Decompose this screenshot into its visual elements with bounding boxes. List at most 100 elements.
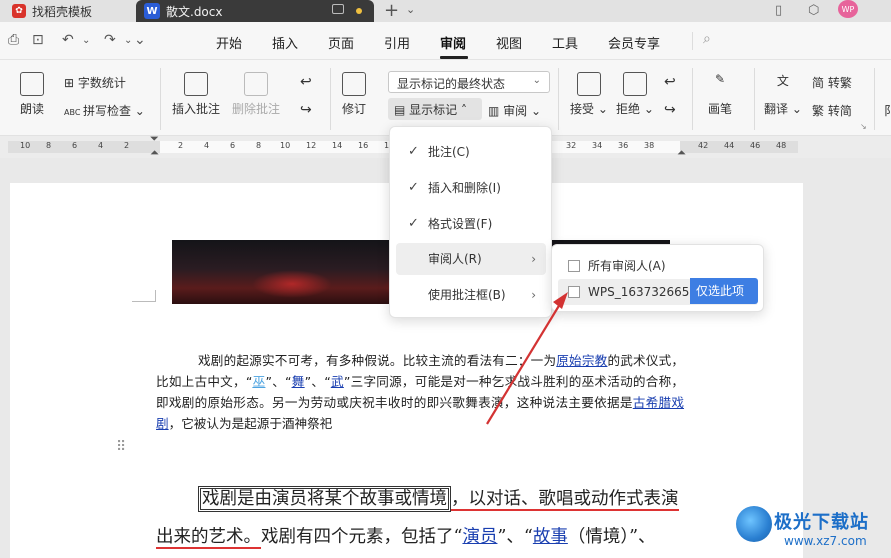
submenu-all-reviewers[interactable]: 所有审阅人(A) bbox=[558, 253, 758, 279]
menu-tools[interactable]: 工具 bbox=[552, 33, 578, 52]
link-wu-dance[interactable]: 舞 bbox=[292, 374, 305, 389]
menu-insert[interactable]: 插入 bbox=[272, 33, 298, 52]
accept-button[interactable]: 接受 ⌄ bbox=[570, 72, 608, 117]
menu-view[interactable]: 视图 bbox=[496, 33, 522, 52]
review-pane-button[interactable]: ▥ 审阅 ⌄ bbox=[488, 102, 541, 119]
right-indent-icon[interactable]: ⏶ bbox=[677, 146, 686, 160]
menu-item-label: 使用批注框(B) bbox=[428, 288, 506, 302]
markup-status-select[interactable]: 显示标记的最终状态 ⌄ bbox=[388, 71, 550, 93]
spell-check-button[interactable]: ABC 拼写检查 ⌄ bbox=[64, 102, 145, 119]
next-change-icon[interactable]: ↪ bbox=[664, 102, 676, 118]
insert-comment-button[interactable]: 插入批注 bbox=[172, 72, 220, 117]
ruler-tick: 8 bbox=[46, 141, 52, 150]
read-aloud-button[interactable]: 朗读 bbox=[20, 72, 44, 117]
search-icon[interactable]: ⌕ bbox=[703, 31, 711, 47]
link-story[interactable]: 故事 bbox=[533, 527, 568, 547]
new-tab-icon[interactable]: + bbox=[384, 0, 399, 21]
more-chevron-icon[interactable]: ⌄ bbox=[134, 32, 146, 48]
print-preview-icon[interactable]: ⊡ bbox=[32, 32, 44, 48]
cube-icon[interactable]: ⬡ bbox=[808, 3, 819, 18]
commented-text[interactable]: 戏剧是由演员将某个故事或情境 bbox=[198, 486, 451, 512]
word-count-button[interactable]: ⊞ 字数统计 bbox=[64, 74, 126, 91]
translate-button[interactable]: 文 翻译 ⌄ bbox=[764, 72, 802, 117]
ribbon-separator bbox=[558, 68, 559, 130]
link-primitive-religion[interactable]: 原始宗教 bbox=[556, 353, 607, 368]
ribbon-expand-icon[interactable]: ↘ bbox=[860, 122, 867, 131]
menu-item-formatting[interactable]: ✓ 格式设置(F) bbox=[396, 208, 546, 240]
tab-template[interactable]: ✿ 找稻壳模板 bbox=[6, 0, 132, 22]
checkbox[interactable] bbox=[568, 260, 580, 272]
ribbon-toolbar: 朗读 ⊞ 字数统计 ABC 拼写检查 ⌄ 插入批注 删除批注 ↩ ↪ 修订 显示… bbox=[0, 60, 891, 136]
check-icon: ✓ bbox=[408, 144, 419, 159]
redo-icon[interactable]: ↷ bbox=[104, 32, 116, 48]
tab-document-label: 散文.docx bbox=[166, 4, 223, 19]
show-markup-button[interactable]: ▤ 显示标记 ˄ bbox=[388, 98, 482, 120]
read-aloud-label: 朗读 bbox=[20, 102, 45, 116]
link-wu-martial[interactable]: 武 bbox=[331, 374, 344, 389]
next-comment-icon[interactable]: ↪ bbox=[300, 102, 312, 118]
delete-comment-label: 删除批注 bbox=[232, 102, 281, 116]
insert-comment-icon bbox=[184, 72, 208, 96]
watermark-logo: 极光下载站 www.xz7.com bbox=[730, 500, 888, 556]
ruler-tick: 14 bbox=[332, 141, 343, 150]
menu-item-reviewers[interactable]: 审阅人(R) › bbox=[396, 243, 546, 275]
print-icon[interactable]: ⎙ bbox=[8, 32, 19, 48]
redo-chevron-icon[interactable]: ⌄ bbox=[124, 35, 132, 46]
menu-review[interactable]: 审阅 bbox=[440, 33, 466, 52]
ruler-tick: 4 bbox=[204, 141, 210, 150]
review-pane-icon: ▥ bbox=[488, 104, 504, 118]
hanging-indent-icon[interactable]: ⏶ bbox=[150, 146, 159, 160]
pen-icon: ✎ bbox=[714, 72, 726, 86]
link-actor[interactable]: 演员 bbox=[462, 527, 497, 547]
window-icon[interactable]: ▯ bbox=[775, 3, 782, 18]
menu-member[interactable]: 会员专享 bbox=[608, 33, 660, 52]
undo-chevron-icon[interactable]: ⌄ bbox=[82, 35, 90, 46]
menu-item-label: 插入和删除(I) bbox=[428, 181, 501, 195]
menu-item-balloons[interactable]: 使用批注框(B) › bbox=[396, 279, 546, 311]
menu-page[interactable]: 页面 bbox=[328, 33, 354, 52]
delete-comment-button[interactable]: 删除批注 bbox=[232, 72, 280, 117]
paragraph-text: ”、“ bbox=[265, 374, 292, 389]
tab-list-chevron-icon[interactable]: ⌄ bbox=[406, 3, 415, 16]
track-changes-button[interactable]: 修订 bbox=[342, 72, 366, 117]
menu-home[interactable]: 开始 bbox=[216, 33, 242, 52]
tab-document[interactable]: W 散文.docx bbox=[136, 0, 374, 22]
submenu-item-label: 所有审阅人(A) bbox=[588, 259, 666, 273]
avatar[interactable]: WP bbox=[838, 0, 858, 18]
translate-icon: 文 bbox=[776, 74, 789, 88]
to-simplified-button[interactable]: 繁 转简 bbox=[812, 102, 852, 119]
paragraph-origin[interactable]: 戏剧的起源实不可考，有多种假说。比较主流的看法有二：一为原始宗教的武术仪式，比如… bbox=[156, 350, 684, 434]
link-wu-shaman[interactable]: 巫 bbox=[252, 374, 265, 389]
show-markup-icon: ▤ bbox=[394, 103, 410, 117]
spell-check-icon: ABC bbox=[64, 108, 83, 117]
checkbox[interactable] bbox=[568, 286, 580, 298]
menu-item-insert-delete[interactable]: ✓ 插入和删除(I) bbox=[396, 172, 546, 204]
previous-comment-icon[interactable]: ↩ bbox=[300, 74, 312, 90]
previous-change-icon[interactable]: ↩ bbox=[664, 74, 676, 90]
ruler-tick: 34 bbox=[592, 141, 603, 150]
word-count-label: 字数统计 bbox=[77, 76, 126, 90]
only-this-button[interactable]: 仅选此项 bbox=[690, 278, 758, 304]
word-doc-icon: W bbox=[144, 3, 160, 19]
reject-button[interactable]: 拒绝 ⌄ bbox=[616, 72, 654, 117]
indent-marker-icon[interactable]: ⏷ bbox=[150, 132, 159, 146]
ruler-tick: 6 bbox=[72, 141, 78, 150]
compare-partial-button[interactable]: 阝 bbox=[884, 102, 891, 119]
monitor-icon[interactable] bbox=[332, 4, 344, 14]
drag-handle-icon[interactable]: ⠿ bbox=[116, 440, 126, 454]
to-traditional-button[interactable]: 简 转繁 bbox=[812, 74, 852, 91]
ruler-tick: 4 bbox=[98, 141, 104, 150]
ruler-tick: 38 bbox=[644, 141, 655, 150]
ribbon-separator bbox=[874, 68, 875, 130]
paragraph-text: ”、“ bbox=[304, 374, 331, 389]
pen-button[interactable]: ✎ 画笔 bbox=[708, 72, 732, 117]
undo-icon[interactable]: ↶ bbox=[62, 32, 74, 48]
ruler-tick: 2 bbox=[124, 141, 130, 150]
ruler-tick: 8 bbox=[256, 141, 262, 150]
menu-bar: ⎙ ⊡ ↶ ⌄ ↷ ⌄ ⌄ 开始 插入 页面 引用 审阅 视图 工具 会员专享 … bbox=[0, 22, 891, 60]
paragraph-definition[interactable]: 戏剧是由演员将某个故事或情境 ，以对话、歌唱或动作式表演出来的艺术。戏剧有四个元素… bbox=[156, 480, 686, 556]
menu-references[interactable]: 引用 bbox=[384, 33, 410, 52]
paragraph-text: 戏剧的起源实不可考，有多种假说。比较主流的看法有二：一为 bbox=[198, 353, 557, 368]
menu-item-comments[interactable]: ✓ 批注(C) bbox=[396, 136, 546, 168]
ruler-tick: 10 bbox=[280, 141, 291, 150]
